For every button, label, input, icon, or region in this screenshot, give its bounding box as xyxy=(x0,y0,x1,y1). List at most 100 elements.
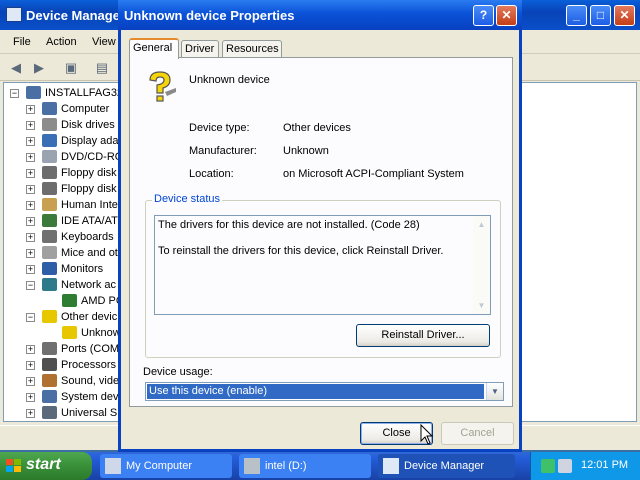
tab-driver[interactable]: Driver xyxy=(181,40,219,58)
tree-item[interactable]: + Sound, vide xyxy=(4,373,124,389)
tree-item-label: IDE ATA/AT xyxy=(61,215,118,227)
menu-view[interactable]: View xyxy=(92,36,116,48)
ide-icon xyxy=(42,214,57,227)
tree-item-label: Mice and ot xyxy=(61,247,118,259)
expand-icon[interactable]: + xyxy=(26,169,35,178)
mouse-pointer-icon xyxy=(420,424,434,445)
expand-icon[interactable]: + xyxy=(26,409,35,418)
system-device-icon xyxy=(42,390,57,403)
scroll-up-icon[interactable]: ▲ xyxy=(476,219,487,230)
expand-icon[interactable]: + xyxy=(26,185,35,194)
reinstall-driver-button[interactable]: Reinstall Driver... xyxy=(356,324,490,347)
tree-item[interactable]: + Universal S xyxy=(4,405,124,421)
expand-icon[interactable]: + xyxy=(26,217,35,226)
expand-icon[interactable]: + xyxy=(26,233,35,242)
tree-item[interactable]: + Floppy disk xyxy=(4,181,124,197)
tree-item[interactable]: − INSTALLFAG32 xyxy=(4,85,124,101)
tree-item[interactable]: + Computer xyxy=(4,101,124,117)
expand-icon[interactable]: + xyxy=(26,201,35,210)
tree-item[interactable]: − Other devic xyxy=(4,309,124,325)
sound-icon xyxy=(42,374,57,387)
start-label: start xyxy=(26,456,61,473)
tree-item[interactable]: + Monitors xyxy=(4,261,124,277)
tree-item[interactable]: + Keyboards xyxy=(4,229,124,245)
tab-general[interactable]: General xyxy=(129,38,179,59)
tab-resources[interactable]: Resources xyxy=(222,40,282,58)
status-line-2: To reinstall the drivers for this device… xyxy=(158,245,444,257)
collapse-icon[interactable]: − xyxy=(26,281,35,290)
minimize-button[interactable]: _ xyxy=(566,5,587,26)
hid-icon xyxy=(42,198,57,211)
chevron-down-icon[interactable]: ▼ xyxy=(486,383,503,400)
tree-item[interactable]: AMD PC xyxy=(4,293,124,309)
taskbar-button[interactable]: intel (D:) xyxy=(239,454,371,478)
dialog-titlebar[interactable]: Unknown device Properties ? ✕ xyxy=(118,0,522,30)
expand-icon[interactable]: + xyxy=(26,393,35,402)
taskbar-button[interactable]: Device Manager xyxy=(378,454,515,478)
show-hide-tree-icon[interactable]: ▣ xyxy=(63,60,79,76)
tree-item[interactable]: + Processors xyxy=(4,357,124,373)
tree-item[interactable]: + Disk drives xyxy=(4,117,124,133)
dialog-close-x-button[interactable]: ✕ xyxy=(496,5,517,26)
help-button[interactable]: ? xyxy=(473,5,494,26)
keyboard-icon xyxy=(42,230,57,243)
properties-dialog: Unknown device Properties ? ✕ General Dr… xyxy=(118,0,522,452)
expand-icon[interactable]: + xyxy=(26,137,35,146)
tree-item-label: INSTALLFAG32 xyxy=(45,87,124,99)
menu-file[interactable]: File xyxy=(13,36,31,48)
hardware-tray-icon[interactable] xyxy=(558,459,572,473)
expand-icon[interactable]: + xyxy=(26,345,35,354)
tree-item[interactable]: Unknow xyxy=(4,325,124,341)
tree-item[interactable]: + Display ada xyxy=(4,133,124,149)
device-manager-app-icon xyxy=(6,7,22,22)
tree-item[interactable]: + DVD/CD-RO xyxy=(4,149,124,165)
device-usage-select[interactable]: Use this device (enable) ▼ xyxy=(145,382,504,401)
clock: 12:01 PM xyxy=(581,459,629,471)
taskbar: start My Computer intel (D:) Device Manage… xyxy=(0,452,640,480)
expand-icon[interactable]: + xyxy=(26,265,35,274)
tree-item-label: Ports (COM xyxy=(61,343,120,355)
device-status-textbox[interactable]: The drivers for this device are not inst… xyxy=(154,215,491,315)
tree-item[interactable]: + Mice and ot xyxy=(4,245,124,261)
taskbar-button-label: intel (D:) xyxy=(265,460,307,472)
status-scrollbar[interactable]: ▲ ▼ xyxy=(473,216,490,314)
collapse-icon[interactable]: − xyxy=(26,313,35,322)
start-button[interactable]: start xyxy=(0,452,92,480)
expand-icon[interactable]: + xyxy=(26,361,35,370)
tree-item-label: Other devic xyxy=(61,311,118,323)
tree-item[interactable]: − Network ac xyxy=(4,277,124,293)
forward-arrow-icon[interactable]: ▶ xyxy=(31,60,47,76)
tree-item-label: Processors xyxy=(61,359,117,371)
device-type-value: Other devices xyxy=(283,122,351,134)
processor-icon xyxy=(42,358,57,371)
tree-item[interactable]: + IDE ATA/AT xyxy=(4,213,124,229)
properties-icon[interactable]: ▤ xyxy=(94,60,110,76)
tree-item[interactable]: + Human Inte xyxy=(4,197,124,213)
tree-item[interactable]: + Ports (COM xyxy=(4,341,124,357)
expand-icon[interactable]: + xyxy=(26,249,35,258)
tree-item-label: Keyboards xyxy=(61,231,114,243)
cancel-button[interactable]: Cancel xyxy=(441,422,514,445)
tree-item[interactable]: + System dev xyxy=(4,389,124,405)
network-tray-icon[interactable] xyxy=(541,459,555,473)
tree-item-label: Universal S xyxy=(61,407,118,419)
mouse-icon xyxy=(42,246,57,259)
taskbar-button[interactable]: My Computer xyxy=(100,454,232,478)
back-arrow-icon[interactable]: ◀ xyxy=(8,60,24,76)
expand-icon[interactable]: + xyxy=(26,105,35,114)
manufacturer-value: Unknown xyxy=(283,145,329,157)
device-manager-icon xyxy=(383,458,399,474)
collapse-icon[interactable]: − xyxy=(10,89,19,98)
maximize-button[interactable]: □ xyxy=(590,5,611,26)
usb-icon xyxy=(42,406,57,419)
menu-action[interactable]: Action xyxy=(46,36,77,48)
close-window-button[interactable]: ✕ xyxy=(614,5,635,26)
expand-icon[interactable]: + xyxy=(26,377,35,386)
expand-icon[interactable]: + xyxy=(26,153,35,162)
scroll-down-icon[interactable]: ▼ xyxy=(476,300,487,311)
location-label: Location: xyxy=(189,168,234,180)
tree-item[interactable]: + Floppy disk xyxy=(4,165,124,181)
tree-item-label: Display ada xyxy=(61,135,119,147)
location-value: on Microsoft ACPI-Compliant System xyxy=(283,168,464,180)
expand-icon[interactable]: + xyxy=(26,121,35,130)
